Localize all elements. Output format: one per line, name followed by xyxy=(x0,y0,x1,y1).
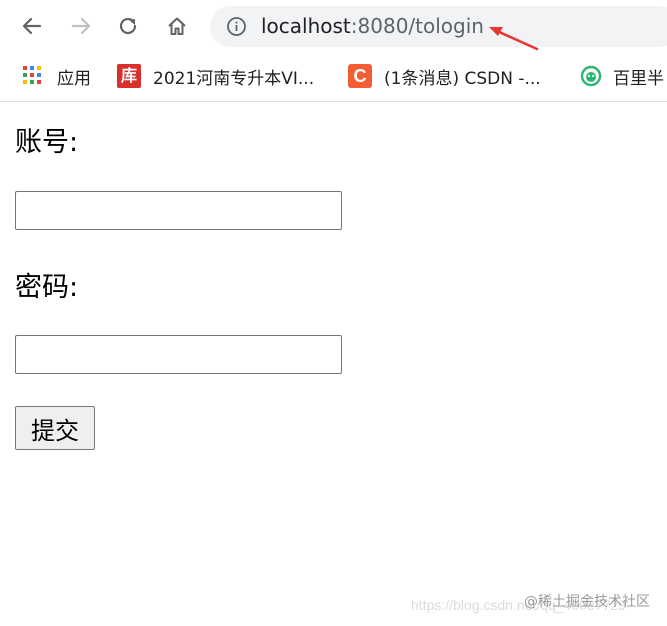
password-input[interactable] xyxy=(15,335,342,374)
forward-button[interactable] xyxy=(64,9,98,43)
password-label: 密码: xyxy=(15,272,79,303)
back-arrow-icon xyxy=(22,17,42,35)
bookmark-baili[interactable]: 百里半 xyxy=(580,54,664,98)
back-button[interactable] xyxy=(15,9,49,43)
home-icon xyxy=(168,17,186,35)
ku-icon: 库 xyxy=(117,64,141,88)
submit-button[interactable]: 提交 xyxy=(15,406,95,450)
apps-grid-icon xyxy=(23,66,43,86)
bookmarks-bar: 应用 库 2021河南专升本VI... C (1条消息) CSDN -... 百… xyxy=(0,54,667,102)
home-button[interactable] xyxy=(160,9,194,43)
url-path: :8080/tologin xyxy=(350,14,484,38)
reload-button[interactable] xyxy=(111,9,145,43)
forward-arrow-icon xyxy=(71,17,91,35)
url-host: localhost xyxy=(261,14,351,38)
account-input[interactable] xyxy=(15,191,342,230)
account-label: 账号: xyxy=(15,127,79,158)
bookmark-label: (1条消息) CSDN -... xyxy=(384,68,541,89)
bookmark-label: 百里半 xyxy=(613,68,664,89)
csdn-icon: C xyxy=(348,64,372,88)
baili-icon xyxy=(580,65,602,87)
bookmark-label: 2021河南专升本VI... xyxy=(153,68,315,89)
bookmark-apps[interactable]: 应用 xyxy=(23,54,91,98)
reload-icon xyxy=(119,17,137,35)
browser-toolbar: localhost:8080/tologin xyxy=(0,0,667,54)
info-icon[interactable] xyxy=(226,16,247,37)
login-page: 账号: 密码: 提交 xyxy=(0,102,667,626)
bookmark-label: 应用 xyxy=(57,68,91,89)
juejin-watermark: @稀土掘金技术社区 xyxy=(524,594,650,610)
annotation-arrow-icon xyxy=(489,27,539,51)
bookmark-ku[interactable]: 库 2021河南专升本VI... xyxy=(117,54,314,98)
url-text[interactable]: localhost:8080/tologin xyxy=(261,6,484,47)
browser-window: localhost:8080/tologin 应用 库 2021河南专升本VI.… xyxy=(0,0,667,626)
bookmark-csdn[interactable]: C (1条消息) CSDN -... xyxy=(348,54,541,98)
address-bar[interactable]: localhost:8080/tologin xyxy=(210,6,667,47)
